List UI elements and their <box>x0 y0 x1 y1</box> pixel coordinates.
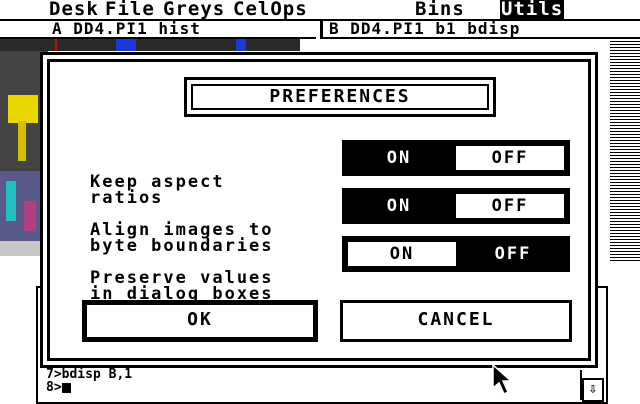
window-a-title: A DD4.PI1 hist <box>52 19 201 38</box>
window-b-title: B DD4.PI1 b1 bdisp <box>329 19 521 38</box>
mouse-pointer-icon <box>492 364 512 396</box>
menu-desk[interactable]: Desk <box>48 0 100 19</box>
histogram-strip <box>0 39 300 51</box>
menu-utils[interactable]: Utils <box>500 0 565 19</box>
dialog-title-box: PREFERENCES <box>184 77 496 117</box>
pref-aspect-off-button[interactable]: OFF <box>453 143 567 173</box>
pref-preserve-toggle: ON OFF <box>342 236 570 272</box>
dialog-frame: PREFERENCES Keep aspect ratios ON OFF Ali… <box>47 59 591 361</box>
pref-align-toggle: ON OFF <box>342 188 570 224</box>
cancel-button[interactable]: CANCEL <box>340 300 572 342</box>
pref-preserve-on-button[interactable]: ON <box>345 239 459 269</box>
pref-aspect-on-button[interactable]: ON <box>345 143 453 173</box>
arrow-down-icon[interactable]: ⇩ <box>582 378 604 402</box>
pref-preserve-off-button[interactable]: OFF <box>459 239 567 269</box>
menu-greys[interactable]: Greys <box>162 0 226 19</box>
preferences-dialog: PREFERENCES Keep aspect ratios ON OFF Ali… <box>40 52 598 368</box>
window-a-titlebar[interactable]: A DD4.PI1 hist <box>0 21 316 39</box>
window-b-titlebar[interactable]: B DD4.PI1 b1 bdisp <box>320 21 640 39</box>
pref-align-on-button[interactable]: ON <box>345 191 453 221</box>
console-prompt: 8> <box>46 381 71 394</box>
pref-aspect-toggle: ON OFF <box>342 140 570 176</box>
menu-celops[interactable]: CelOps <box>232 0 309 19</box>
ok-button[interactable]: OK <box>82 300 318 342</box>
menu-bar: Desk File Greys CelOps Bins Utils <box>0 0 640 21</box>
pref-align-off-button[interactable]: OFF <box>453 191 567 221</box>
menu-bins[interactable]: Bins <box>414 0 466 19</box>
dialog-title: PREFERENCES <box>191 84 489 110</box>
menu-file[interactable]: File <box>104 0 156 19</box>
window-b-scrollbar[interactable] <box>610 39 640 261</box>
text-cursor <box>61 382 71 393</box>
